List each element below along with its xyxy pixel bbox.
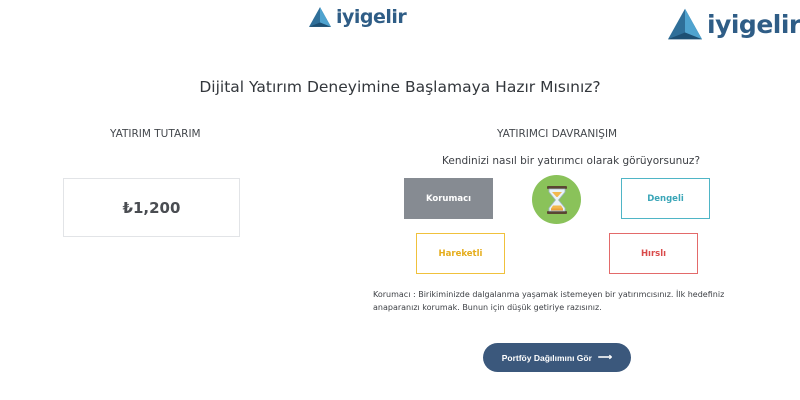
investor-behavior-title: YATIRIMCI DAVRANIŞIM [497,128,618,140]
brand-name: iyigelir [336,6,407,28]
show-portfolio-button[interactable]: Portföy Dağılımını Gör ⟶ [483,343,631,372]
arrow-right-icon: ⟶ [597,351,613,363]
show-portfolio-label: Portföy Dağılımını Gör [501,352,592,363]
logo-mark-icon [309,7,331,27]
option-hirsli-button[interactable]: Hırslı [609,233,698,274]
page-title: Dijital Yatırım Deneyimine Başlamaya Haz… [199,78,601,96]
investment-amount-field[interactable]: ₺1,200 [63,178,240,237]
brand-logo-large[interactable]: iyigelir [668,8,800,40]
option-dengeli-button[interactable]: Dengeli [621,178,710,219]
brand-name: iyigelir [707,9,800,39]
profile-badge [532,175,581,224]
investment-amount-title: YATIRIM TUTARIM [110,128,201,140]
investor-behavior-question: Kendinizi nasıl bir yatırımcı olarak gör… [442,155,701,167]
behavior-description: Korumacı : Birikiminizde dalgalanma yaşa… [373,290,725,312]
brand-logo-small[interactable]: iyigelir [309,6,407,28]
logo-mark-icon [668,8,702,40]
hourglass-icon [546,185,567,214]
option-hareketli-button[interactable]: Hareketli [416,233,505,274]
option-korumaci-button[interactable]: Korumacı [404,178,493,219]
